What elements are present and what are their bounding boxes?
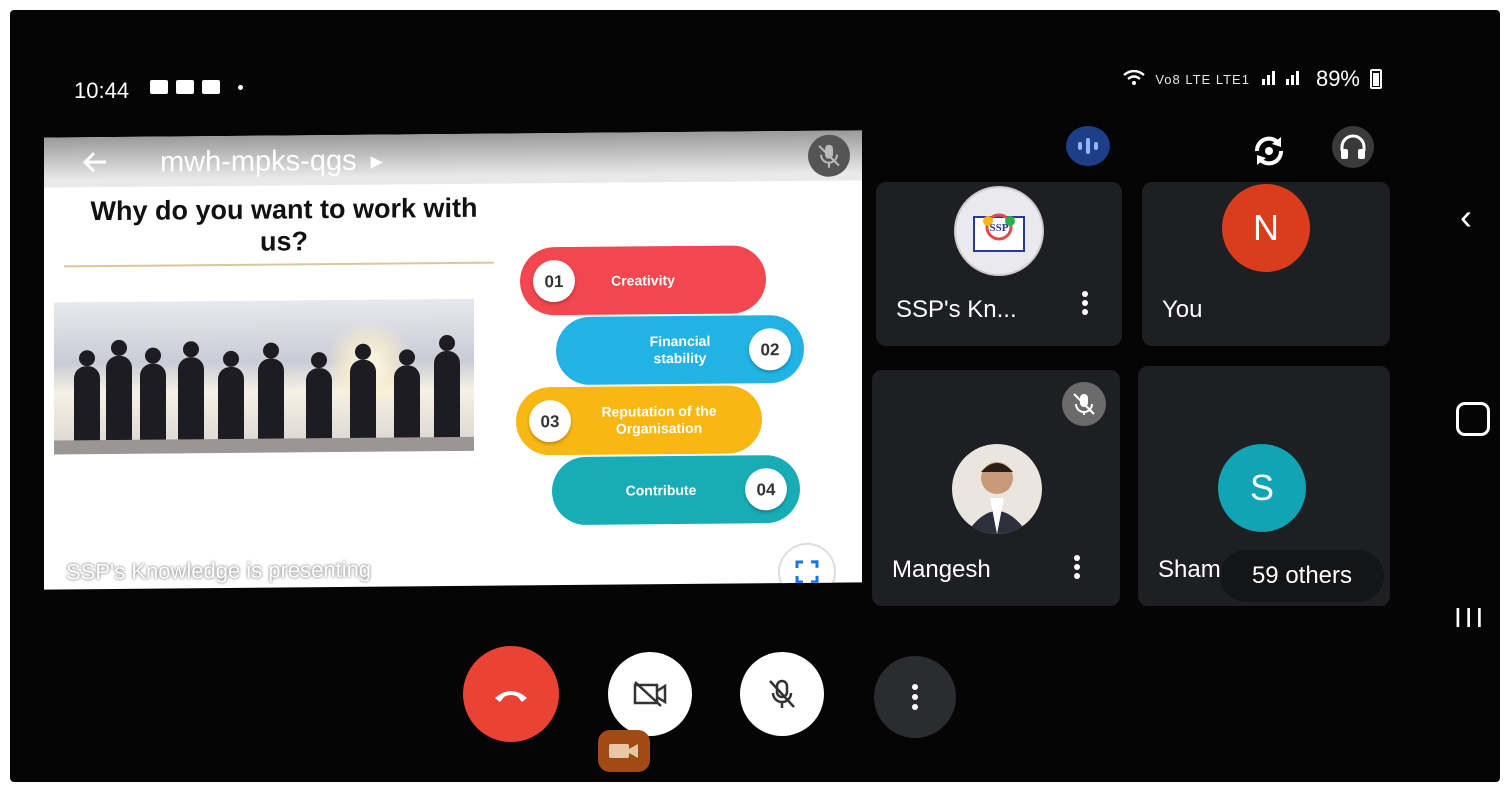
presenter-muted-indicator	[808, 134, 850, 177]
slide-item-number: 01	[533, 259, 575, 303]
slide-item-reputation: 03 Reputation of the Organisation	[516, 385, 762, 456]
participant-muted-indicator	[1062, 382, 1106, 426]
avatar: S	[1218, 444, 1306, 532]
audio-output-button[interactable]	[1332, 126, 1374, 168]
signal-icon	[1260, 66, 1306, 92]
wifi-icon	[1123, 66, 1146, 92]
slide-item-number: 03	[529, 399, 571, 443]
video-icon	[609, 744, 638, 758]
nav-back-button[interactable]: ‹	[1460, 196, 1472, 238]
slide-item-contribute: Contribute 04	[552, 454, 800, 526]
team-silhouette-image	[54, 298, 474, 455]
back-button[interactable]	[80, 147, 110, 185]
mic-toggle-button[interactable]	[740, 652, 824, 736]
back-arrow-icon	[82, 152, 106, 173]
headphones-icon	[1340, 134, 1366, 159]
chat-icon	[150, 80, 168, 94]
slide-item-label: Contribute	[625, 481, 697, 498]
nav-recents-button[interactable]: III	[1454, 602, 1486, 634]
others-count-chip[interactable]: 59 others	[1220, 550, 1384, 602]
camera-off-icon	[633, 681, 667, 707]
meeting-code: mwh-mpks-qgs	[160, 144, 357, 179]
slide-item-label: Reputation of the Organisation	[601, 402, 717, 437]
participant-name: Sham	[1158, 556, 1221, 583]
presentation-view[interactable]: mwh-mpks-qgs ▶ Why do you want to work wi…	[44, 130, 862, 590]
participant-tile[interactable]: N You	[1142, 182, 1390, 346]
presenter-caption: SSP's Knowledge is presenting	[66, 556, 372, 585]
battery-icon	[1370, 69, 1382, 89]
avatar: N	[1222, 184, 1310, 272]
participant-options-button[interactable]	[1072, 552, 1082, 582]
slide-item-creativity: 01 Creativity	[520, 245, 766, 316]
participant-options-button[interactable]	[1080, 288, 1090, 318]
slide-divider	[64, 261, 494, 268]
meeting-screen: 10:44 Vo8 LTE LTE1 89% mwh-mpks-qgs ▶ Wh…	[10, 10, 1500, 782]
mic-off-icon	[818, 144, 840, 168]
slide-item-label: Creativity	[611, 271, 675, 289]
status-time: 10:44	[74, 78, 130, 103]
slide-item-number: 04	[745, 468, 787, 511]
slide-item-label: Financial stability	[649, 332, 711, 367]
participant-name: You	[1162, 296, 1203, 323]
participant-tile[interactable]: Mangesh	[872, 370, 1120, 606]
mic-off-icon	[1073, 393, 1095, 415]
more-notifications-icon	[238, 84, 243, 90]
chevron-right-icon: ▶	[370, 153, 383, 172]
switch-camera-button[interactable]	[1248, 130, 1290, 172]
phone-hangup-icon	[495, 691, 527, 702]
participant-tile[interactable]: SSP SSP's Kn...	[876, 182, 1122, 346]
fullscreen-button[interactable]	[780, 544, 834, 590]
slide-item-financial-stability: Financial stability 02	[556, 314, 804, 386]
active-speaker-indicator	[1066, 126, 1110, 166]
fullscreen-icon	[795, 560, 819, 584]
slide-item-number: 02	[749, 328, 791, 371]
participant-name: SSP's Kn...	[896, 296, 1017, 323]
mic-off-icon	[769, 679, 795, 708]
end-call-button[interactable]	[463, 646, 559, 742]
participant-name: Mangesh	[892, 556, 991, 583]
svg-text:SSP: SSP	[990, 222, 1009, 234]
status-notification-icons	[150, 80, 243, 94]
network-label: Vo8 LTE LTE1	[1155, 71, 1250, 87]
nav-home-button[interactable]	[1456, 402, 1490, 436]
meeting-code-button[interactable]: mwh-mpks-qgs ▶	[160, 145, 383, 180]
battery-percent: 89%	[1315, 66, 1360, 91]
more-options-button[interactable]	[874, 656, 956, 738]
switch-camera-icon	[1254, 136, 1284, 166]
avatar: SSP	[954, 186, 1044, 276]
slide-title: Why do you want to work with us?	[90, 192, 478, 257]
camera-toggle-button[interactable]	[608, 652, 692, 736]
camera-status-badge	[598, 730, 650, 772]
avatar	[952, 444, 1042, 534]
more-vert-icon	[912, 680, 918, 714]
status-system-icons: Vo8 LTE LTE1 89%	[1123, 66, 1382, 92]
image-icon	[176, 80, 194, 94]
video-icon	[202, 80, 220, 94]
